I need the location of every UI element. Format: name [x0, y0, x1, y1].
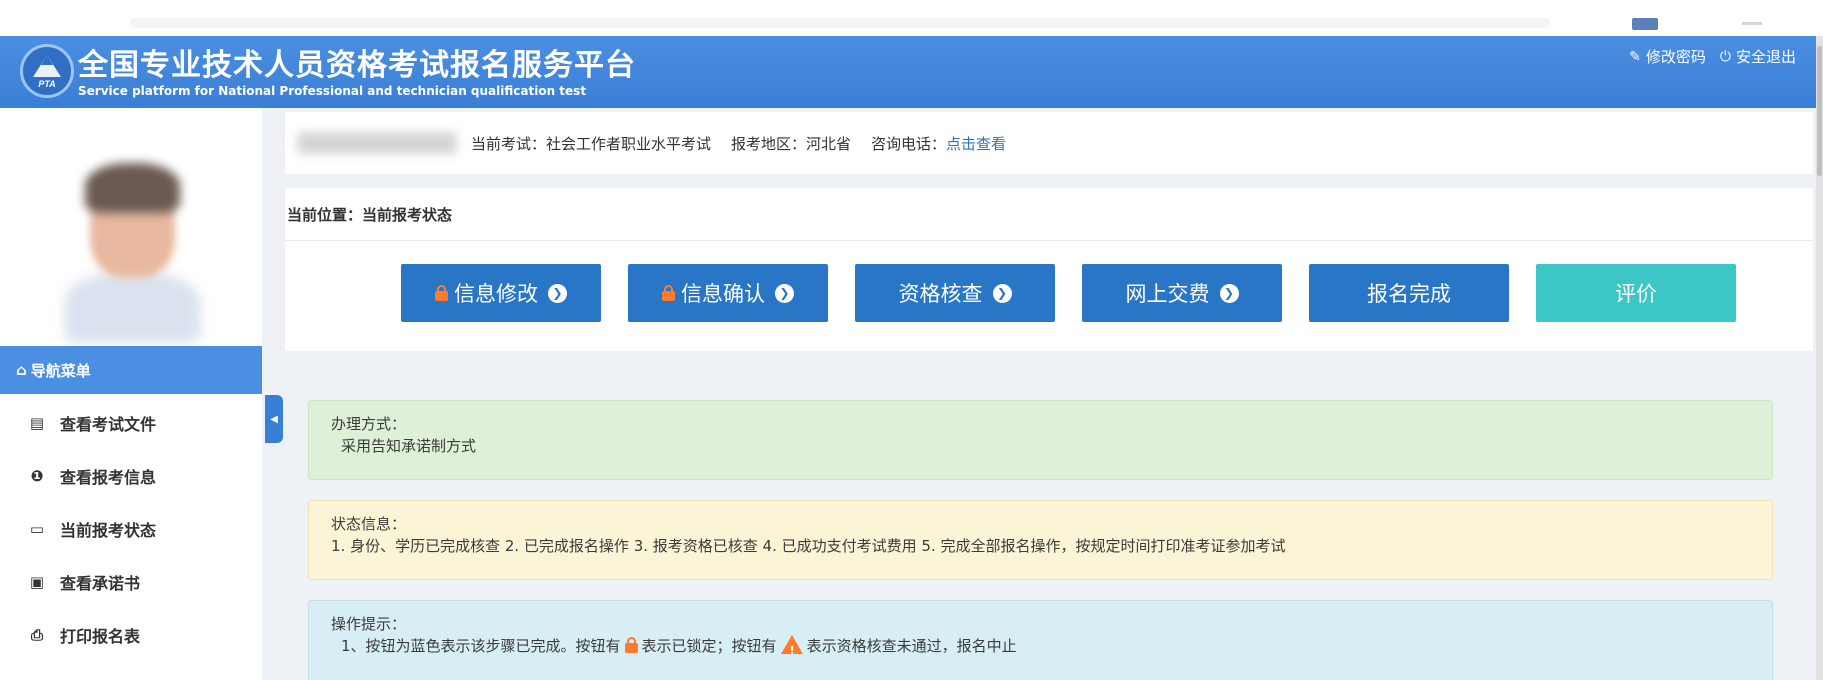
exam-info-bar: 当前考试：社会工作者职业水平考试 报考地区：河北省 咨询电话：点击查看 — [285, 112, 1813, 174]
sidebar-item-label: 当前报考状态 — [60, 520, 157, 540]
status-info-title: 状态信息： — [331, 515, 407, 533]
sidebar-item-current-status[interactable]: ▭ 当前报考状态 — [0, 502, 262, 555]
breadcrumb: 当前位置：当前报考状态 — [287, 206, 453, 224]
logo-text: PTA — [38, 79, 55, 89]
step-label: 评价 — [1615, 282, 1657, 306]
edit-icon: ✎ — [1629, 48, 1641, 65]
sidebar-item-label: 打印报名表 — [60, 626, 141, 646]
tips-text-b: 表示已锁定；按钮有 — [641, 637, 777, 655]
consult-phone-link[interactable]: 点击查看 — [946, 135, 1006, 153]
toolbar-badge — [1632, 18, 1658, 30]
step-info-edit-button[interactable]: 信息修改 ❯ — [401, 264, 601, 322]
minimize-icon[interactable] — [1742, 22, 1762, 25]
sidebar-item-label: 查看承诺书 — [60, 573, 141, 593]
monitor-icon: ▭ — [29, 519, 45, 538]
top-strip — [0, 0, 1823, 36]
status-card: 当前位置：当前报考状态 信息修改 ❯ 信息确认 ❯ 资格核查 ❯ 网上交费 ❯ … — [285, 188, 1813, 351]
consult-phone: 咨询电话：点击查看 — [871, 133, 1006, 154]
lock-icon — [435, 285, 448, 301]
chevron-left-icon: ◀ — [270, 413, 278, 425]
step-evaluate-button[interactable]: 评价 — [1536, 264, 1736, 322]
step-label: 资格核查 — [898, 282, 983, 306]
current-exam: 当前考试：社会工作者职业水平考试 — [471, 134, 712, 153]
sidebar-item-exam-files[interactable]: ▤ 查看考试文件 — [0, 396, 262, 449]
arrow-right-circle-icon: ❯ — [1219, 283, 1239, 303]
sidebar: ⌂ 导航菜单 ▤ 查看考试文件 ❶ 查看报考信息 ▭ 当前报考状态 ▣ 查看承诺… — [0, 108, 262, 680]
nav-header: ⌂ 导航菜单 — [0, 346, 262, 394]
status-info-body: 1. 身份、学历已完成核查 2. 已完成报名操作 3. 报考资格已核查 4. 已… — [331, 537, 1286, 555]
sidebar-collapse-toggle[interactable]: ◀ — [265, 395, 283, 443]
logout-label: 安全退出 — [1735, 48, 1796, 66]
file-icon: ▤ — [29, 413, 45, 432]
site-logo: PTA — [20, 44, 74, 98]
mountain-logo-icon: PTA — [33, 55, 61, 89]
sidebar-item-label: 查看考试文件 — [60, 414, 157, 434]
site-subtitle: Service platform for National Profession… — [78, 84, 587, 98]
header-actions: ✎ 修改密码 ⏻ 安全退出 — [1629, 46, 1796, 67]
status-info-panel: 状态信息： 1. 身份、学历已完成核查 2. 已完成报名操作 3. 报考资格已核… — [308, 500, 1773, 580]
page-scrollbar[interactable] — [1816, 36, 1823, 680]
step-label: 网上交费 — [1125, 282, 1210, 306]
site-header: PTA 全国专业技术人员资格考试报名服务平台 Service platform … — [0, 36, 1816, 108]
method-panel: 办理方式： 采用告知承诺制方式 — [308, 400, 1773, 480]
power-icon: ⏻ — [1719, 48, 1731, 65]
applicant-name-blurred — [297, 132, 457, 154]
logout-link[interactable]: ⏻ 安全退出 — [1720, 46, 1796, 67]
arrow-right-circle-icon: ❯ — [775, 283, 794, 303]
arrow-right-circle-icon: ❯ — [548, 283, 567, 303]
print-icon: ⎙ — [30, 625, 43, 644]
step-info-confirm-button[interactable]: 信息确认 ❯ — [628, 264, 828, 322]
nav-header-label: 导航菜单 — [30, 361, 91, 380]
method-body: 采用告知承诺制方式 — [341, 437, 477, 455]
consult-phone-label: 咨询电话： — [871, 134, 947, 153]
exam-region: 报考地区：河北省 — [731, 134, 852, 153]
operation-tips-panel: 操作提示： 1、按钮为蓝色表示该步骤已完成。按钮有 表示已锁定；按钮有! 表示资格核… — [308, 600, 1773, 680]
divider — [285, 240, 1813, 241]
avatar — [60, 153, 205, 353]
site-title: 全国专业技术人员资格考试报名服务平台 — [78, 48, 636, 83]
change-password-link[interactable]: ✎ 修改密码 — [1629, 46, 1706, 67]
sidebar-item-registration-info[interactable]: ❶ 查看报考信息 — [0, 449, 262, 502]
sidebar-item-label: 查看报考信息 — [60, 467, 157, 487]
info-circle-icon: ❶ — [30, 466, 44, 485]
lock-icon — [662, 285, 675, 301]
step-label: 信息确认 — [681, 282, 765, 306]
lock-icon — [624, 637, 638, 653]
step-label: 报名完成 — [1367, 282, 1451, 306]
step-qualification-check-button[interactable]: 资格核查 ❯ — [855, 264, 1055, 322]
step-label: 信息修改 — [454, 282, 538, 306]
arrow-right-circle-icon: ❯ — [992, 283, 1012, 303]
sidebar-item-commitment[interactable]: ▣ 查看承诺书 — [0, 555, 262, 608]
change-password-label: 修改密码 — [1645, 48, 1706, 66]
id-card-icon: ▣ — [29, 572, 45, 591]
home-icon: ⌂ — [16, 361, 27, 379]
tips-title: 操作提示： — [331, 615, 407, 633]
tips-text-c: 表示资格核查未通过，报名中止 — [806, 637, 1017, 655]
step-registration-complete-button[interactable]: 报名完成 — [1309, 264, 1509, 322]
top-bar — [130, 18, 1550, 28]
step-online-payment-button[interactable]: 网上交费 ❯ — [1082, 264, 1282, 322]
warning-triangle-icon: ! — [780, 635, 803, 657]
tips-body: 1、按钮为蓝色表示该步骤已完成。按钮有 表示已锁定；按钮有! 表示资格核查未通过，报… — [331, 635, 1750, 657]
tips-text-a: 1、按钮为蓝色表示该步骤已完成。按钮有 — [341, 637, 621, 655]
nav-list: ▤ 查看考试文件 ❶ 查看报考信息 ▭ 当前报考状态 ▣ 查看承诺书 ⎙ 打印报… — [0, 396, 262, 661]
method-title: 办理方式： — [331, 415, 407, 433]
sidebar-item-print-form[interactable]: ⎙ 打印报名表 — [0, 608, 262, 661]
scrollbar-thumb[interactable] — [1817, 46, 1822, 176]
